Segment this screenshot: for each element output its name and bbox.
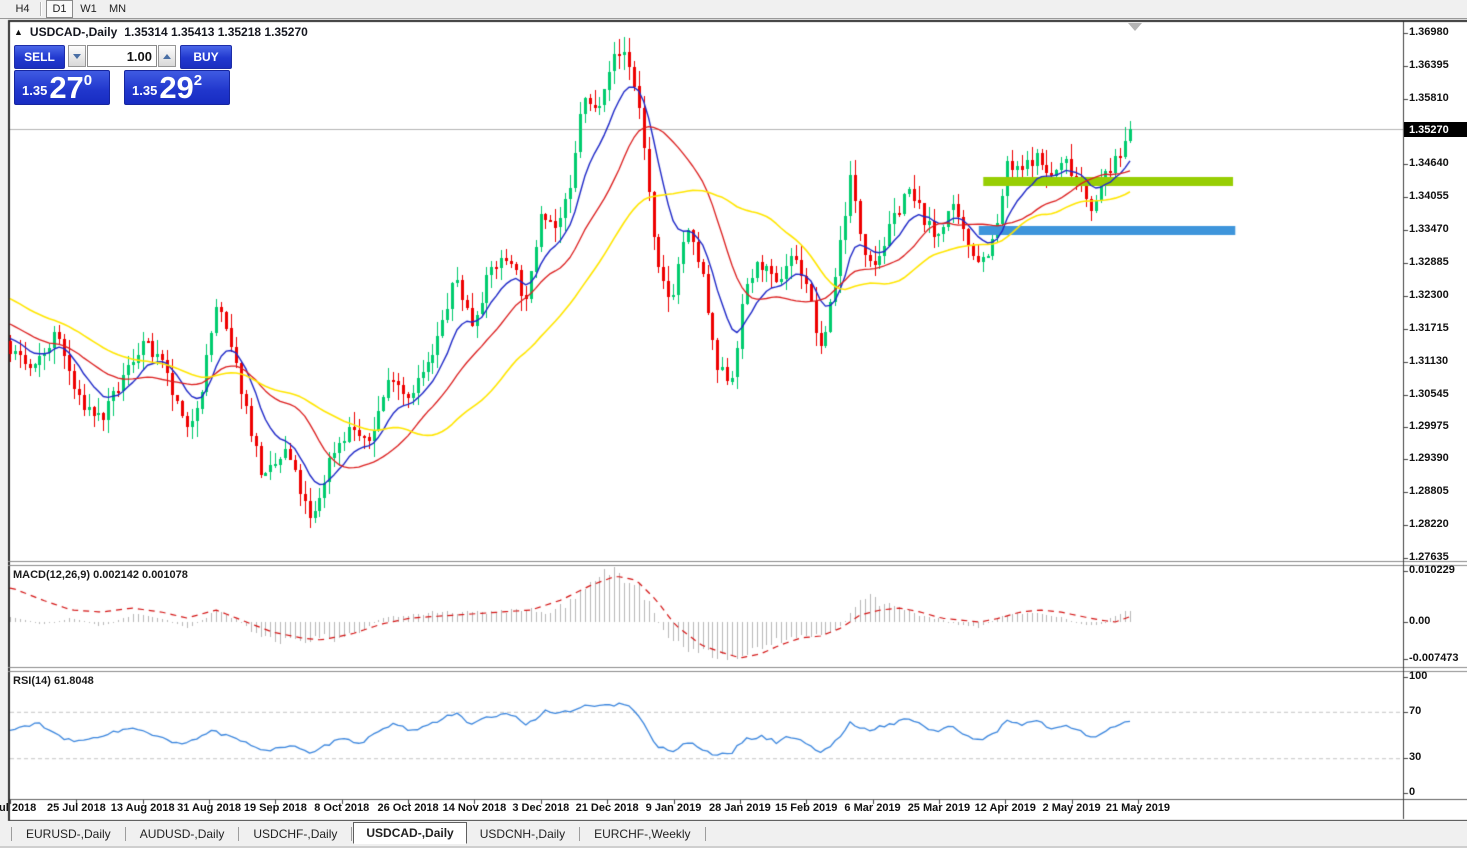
current-price-tag: 1.35270 <box>1404 122 1467 137</box>
tab-eurchf-weekly[interactable]: EURCHF-,Weekly <box>581 824 703 844</box>
tab-separator <box>705 827 706 841</box>
trade-panel-collapse-icon[interactable]: ▲ <box>14 27 23 37</box>
lot-size-input[interactable] <box>87 45 157 67</box>
macd-axis-label: -0.007473 <box>1409 652 1459 664</box>
price-axis-label: 1.32300 <box>1409 289 1449 301</box>
tab-separator <box>11 827 12 841</box>
rsi-axis-label: 100 <box>1409 670 1427 682</box>
chart-tab-bar: EURUSD-,DailyAUDUSD-,DailyUSDCHF-,DailyU… <box>0 821 1467 846</box>
lot-increase-button[interactable] <box>158 45 176 67</box>
price-chart-canvas[interactable] <box>0 0 1467 848</box>
rsi-axis-label: 30 <box>1409 751 1421 763</box>
time-axis-label: 21 May 2019 <box>1093 802 1183 814</box>
rsi-indicator-label: RSI(14) 61.8048 <box>13 675 94 687</box>
chart-ohlc-values: 1.35314 1.35413 1.35218 1.35270 <box>124 25 308 39</box>
tab-audusd-daily[interactable]: AUDUSD-,Daily <box>127 824 238 844</box>
timeframe-button-mn[interactable]: MN <box>104 0 131 18</box>
buy-price-point: 2 <box>194 72 202 89</box>
down-arrow-icon <box>73 54 81 59</box>
sell-button[interactable]: SELL <box>14 45 65 69</box>
terminal-window: H4 D1W1MN ▲ USDCAD-,Daily 1.35314 1.35413… <box>0 0 1467 848</box>
macd-axis-label: 0.010229 <box>1409 564 1455 576</box>
one-click-trade-panel: SELL BUY 1.35 27 0 1.35 29 2 <box>14 45 230 105</box>
chart-shift-marker[interactable] <box>1128 23 1142 31</box>
price-axis-label: 1.28805 <box>1409 485 1449 497</box>
price-axis-label: 1.31715 <box>1409 322 1449 334</box>
buy-button[interactable]: BUY <box>180 45 232 69</box>
sell-price-pips: 27 <box>49 75 83 101</box>
price-axis-label: 1.31130 <box>1409 355 1448 367</box>
price-axis-label: 1.27635 <box>1409 551 1449 563</box>
tab-usdchf-daily[interactable]: USDCHF-,Daily <box>240 824 350 844</box>
price-axis-label: 1.32885 <box>1409 256 1449 268</box>
tab-usdcnh-daily[interactable]: USDCNH-,Daily <box>467 824 578 844</box>
up-arrow-icon <box>163 54 171 59</box>
buy-price-box[interactable]: 1.35 29 2 <box>124 70 230 105</box>
tab-usdcad-daily[interactable]: USDCAD-,Daily <box>353 822 466 844</box>
price-axis-label: 1.36980 <box>1409 26 1449 38</box>
lot-decrease-button[interactable] <box>68 45 86 67</box>
timeframe-button-d1[interactable]: D1 <box>46 0 73 18</box>
price-axis-label: 1.28220 <box>1409 518 1449 530</box>
tab-separator <box>125 827 126 841</box>
buy-price-pips: 29 <box>159 75 193 101</box>
timeframe-button-w1[interactable]: W1 <box>75 0 102 18</box>
buy-price-base: 1.35 <box>132 83 157 98</box>
timeframe-toolbar: H4 D1W1MN <box>0 0 1467 19</box>
price-axis-label: 1.36395 <box>1409 59 1449 71</box>
sell-price-point: 0 <box>84 72 92 89</box>
price-axis-label: 1.29975 <box>1409 420 1449 432</box>
price-axis-label: 1.29390 <box>1409 452 1449 464</box>
toolbar-separator <box>40 2 42 16</box>
macd-axis-label: 0.00 <box>1409 615 1430 627</box>
price-axis-label: 1.34640 <box>1409 157 1449 169</box>
price-axis-label: 1.33470 <box>1409 223 1449 235</box>
timeframe-buttons: H4 D1W1MN <box>9 0 133 18</box>
chart-symbol-label: USDCAD-,Daily <box>30 25 117 39</box>
sell-price-box[interactable]: 1.35 27 0 <box>14 70 110 105</box>
trade-panel-controls: SELL BUY <box>14 45 230 67</box>
price-axis-label: 1.34055 <box>1409 190 1449 202</box>
price-axis-label: 1.35810 <box>1409 92 1449 104</box>
sell-price-base: 1.35 <box>22 83 47 98</box>
timeframe-button-h4[interactable]: H4 <box>9 0 36 18</box>
price-axis-label: 1.30545 <box>1409 388 1449 400</box>
macd-indicator-label: MACD(12,26,9) 0.002142 0.001078 <box>13 569 188 581</box>
tab-separator <box>238 827 239 841</box>
rsi-axis-label: 70 <box>1409 705 1421 717</box>
tab-separator <box>579 827 580 841</box>
chart-header: ▲ USDCAD-,Daily 1.35314 1.35413 1.35218 … <box>14 25 308 39</box>
tab-eurusd-daily[interactable]: EURUSD-,Daily <box>13 824 124 844</box>
rsi-axis-label: 0 <box>1409 786 1415 798</box>
tab-separator <box>351 827 352 841</box>
